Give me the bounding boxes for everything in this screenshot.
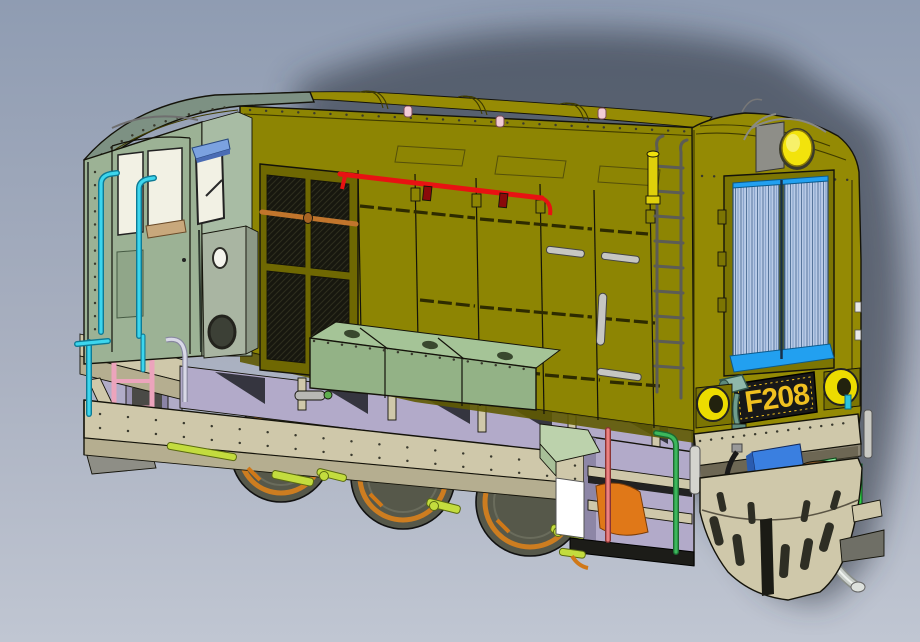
- cad-viewport[interactable]: F208: [0, 0, 920, 642]
- shutter-hinge: [718, 252, 726, 266]
- lifting-eye: [404, 106, 412, 117]
- lifting-eye: [496, 116, 504, 127]
- cab-sandbox: [202, 226, 258, 358]
- reservoir-cylinder: [295, 391, 325, 400]
- shutter-hinge: [718, 210, 726, 224]
- drain-valve-cyan: [845, 395, 851, 409]
- shutter-hinge: [718, 298, 726, 312]
- door-hinge: [411, 188, 420, 201]
- exhaust-stack: [646, 151, 660, 204]
- radiator-panel: [784, 178, 828, 358]
- radiator-shutters: [718, 170, 834, 376]
- door-hinge: [472, 194, 481, 207]
- center-bar: [760, 518, 774, 596]
- front-end: F208: [690, 99, 884, 600]
- porthole-opening: [209, 316, 235, 348]
- lifting-eye: [598, 108, 606, 119]
- side-pipe: [864, 410, 872, 458]
- render-canvas: F208: [0, 0, 920, 642]
- white-panel: [556, 478, 584, 538]
- door-latch: [182, 258, 186, 262]
- vacuum-pipe: [690, 446, 700, 494]
- door-window: [148, 148, 182, 228]
- radiator-panel: [733, 181, 779, 366]
- porthole: [213, 248, 227, 268]
- door-hinge: [536, 200, 545, 213]
